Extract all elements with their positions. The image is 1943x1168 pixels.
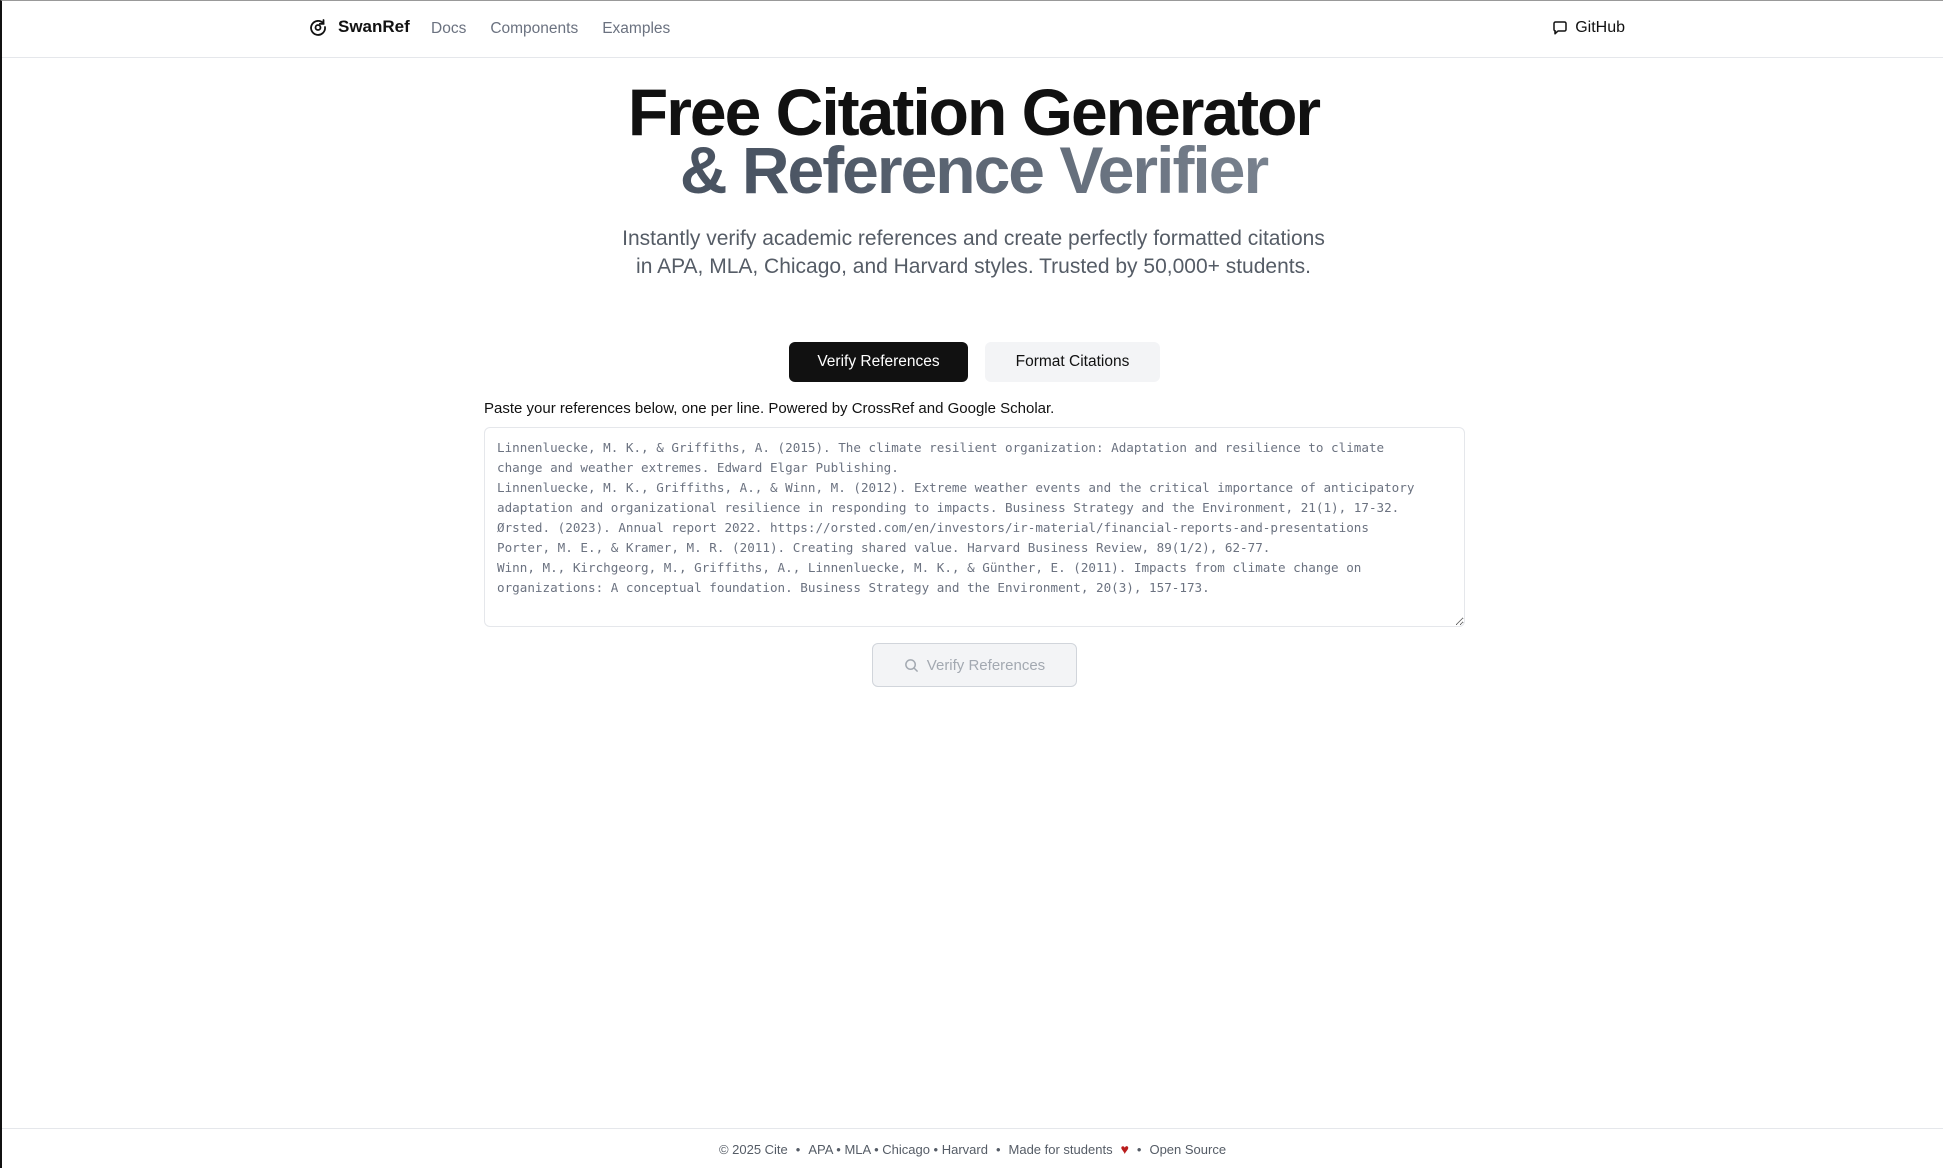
heart-icon: ♥ — [1120, 1141, 1129, 1157]
brand-link[interactable]: SwanRef — [308, 17, 410, 37]
verify-references-button[interactable]: Verify References — [872, 643, 1077, 687]
search-icon — [904, 658, 918, 672]
mode-tabs: Verify References Format Citations — [789, 342, 1160, 382]
tab-format-citations[interactable]: Format Citations — [985, 342, 1160, 382]
page: SwanRef Docs Components Examples GitHub … — [0, 0, 1943, 1168]
nav-examples[interactable]: Examples — [602, 20, 670, 38]
hero-subtitle: Instantly verify academic references and… — [622, 227, 1325, 278]
verify-button-label: Verify References — [926, 656, 1046, 674]
nav-docs[interactable]: Docs — [431, 20, 466, 38]
github-link[interactable]: GitHub — [1552, 19, 1625, 37]
nav-links: Docs Components Examples — [431, 20, 670, 38]
footer-copyright: © 2025 Cite — [718, 1141, 788, 1157]
tab-verify-references[interactable]: Verify References — [789, 342, 968, 382]
navbar: SwanRef Docs Components Examples GitHub — [2, 1, 1943, 58]
nav-components[interactable]: Components — [490, 20, 578, 38]
message-square-icon — [1553, 21, 1567, 35]
hero-title: Free Citation Generator & Reference Veri… — [2, 79, 1943, 203]
footer-styles: APA • MLA • Chicago • Harvard — [808, 1141, 988, 1157]
github-label: GitHub — [1575, 19, 1625, 36]
footer-made-for: Made for students — [1008, 1141, 1113, 1157]
footer: © 2025 Cite • APA • MLA • Chicago • Harv… — [2, 1128, 1943, 1168]
footer-separator: • — [995, 1141, 1001, 1157]
references-input[interactable]: Linnenluecke, M. K., & Griffiths, A. (20… — [484, 427, 1465, 627]
hero-title-line2: & Reference Verifier — [2, 137, 1943, 203]
references-helper-text: Paste your references below, one per lin… — [484, 400, 1055, 417]
footer-separator: • — [1136, 1141, 1142, 1157]
footer-open-source-link[interactable]: Open Source — [1149, 1142, 1226, 1157]
footer-separator: • — [795, 1141, 801, 1157]
brand-name: SwanRef — [338, 17, 410, 36]
swan-logo-icon — [310, 19, 326, 36]
